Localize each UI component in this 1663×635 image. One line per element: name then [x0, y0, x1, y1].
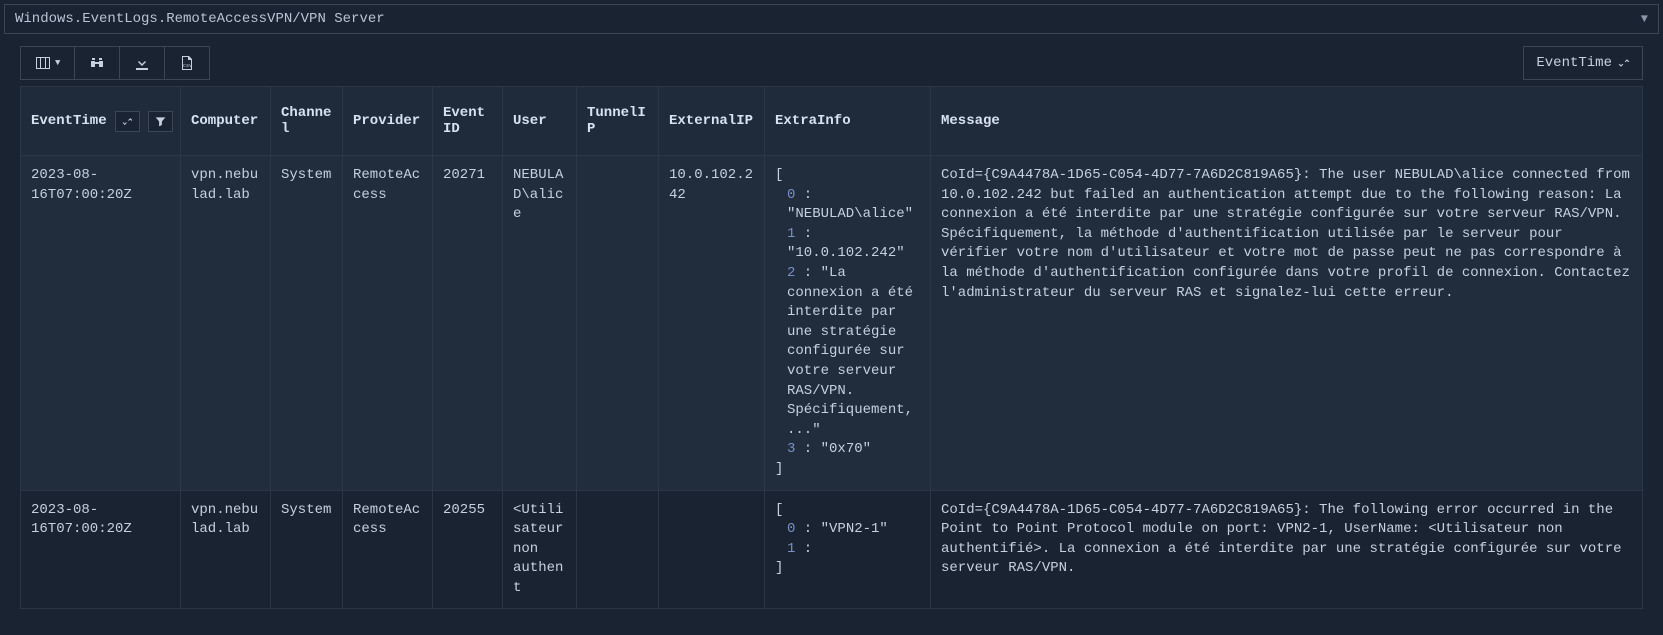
cell-extrainfo: [0 : "NEBULAD\alice"1 : "10.0.102.242"2 … [765, 156, 931, 491]
filter-icon [155, 116, 166, 127]
svg-text:csv: csv [183, 63, 192, 69]
cell-provider: RemoteAccess [343, 156, 433, 491]
binoculars-icon [89, 55, 105, 71]
sort-toggle[interactable] [115, 111, 140, 132]
th-label: ExtraInfo [775, 113, 851, 129]
th-externalip[interactable]: ExternalIP [659, 87, 765, 156]
cell-message: CoId={C9A4478A-1D65-C054-4D77-7A6D2C819A… [931, 156, 1643, 491]
cell-user: <Utilisateur non authent [503, 490, 577, 609]
th-eventid[interactable]: EventID [433, 87, 503, 156]
th-label: Channel [281, 105, 331, 137]
th-label: Provider [353, 113, 420, 129]
sort-field-button[interactable]: EventTime [1523, 46, 1643, 80]
th-channel[interactable]: Channel [271, 87, 343, 156]
search-button[interactable] [74, 46, 120, 80]
filter-toggle[interactable] [148, 111, 173, 132]
th-computer[interactable]: Computer [181, 87, 271, 156]
download-button[interactable] [119, 46, 165, 80]
cell-message: CoId={C9A4478A-1D65-C054-4D77-7A6D2C819A… [931, 490, 1643, 609]
csv-file-icon: csv [179, 55, 195, 71]
cell-eventtime: 2023-08-16T07:00:20Z [21, 490, 181, 609]
table-header-row: EventTime Computer Channel Provider Even… [21, 87, 1643, 156]
toolbar-left-group: ▼ csv [20, 46, 210, 80]
download-icon [134, 55, 150, 71]
cell-computer: vpn.nebulad.lab [181, 490, 271, 609]
caret-down-icon: ▼ [55, 58, 60, 68]
cell-externalip [659, 490, 765, 609]
breadcrumb-bar[interactable]: Windows.EventLogs.RemoteAccessVPN/VPN Se… [4, 4, 1659, 34]
cell-tunnelip [577, 490, 659, 609]
th-label: Computer [191, 113, 258, 129]
table-row[interactable]: 2023-08-16T07:00:20Zvpn.nebulad.labSyste… [21, 156, 1643, 491]
th-label: TunnelIP [587, 105, 646, 137]
sort-field-label: EventTime [1536, 55, 1612, 71]
cell-externalip: 10.0.102.242 [659, 156, 765, 491]
cell-channel: System [271, 156, 343, 491]
chevron-down-icon: ▼ [1641, 12, 1648, 26]
cell-computer: vpn.nebulad.lab [181, 156, 271, 491]
sort-icon [1618, 57, 1630, 69]
cell-provider: RemoteAccess [343, 490, 433, 609]
th-provider[interactable]: Provider [343, 87, 433, 156]
th-label: ExternalIP [669, 113, 753, 129]
cell-tunnelip [577, 156, 659, 491]
toolbar: ▼ csv EventTime [0, 38, 1663, 86]
th-user[interactable]: User [503, 87, 577, 156]
cell-eventid: 20255 [433, 490, 503, 609]
cell-user: NEBULAD\alice [503, 156, 577, 491]
columns-button[interactable]: ▼ [20, 46, 75, 80]
th-label: Message [941, 113, 1000, 129]
th-label: EventTime [31, 113, 107, 129]
breadcrumb-text: Windows.EventLogs.RemoteAccessVPN/VPN Se… [15, 11, 385, 27]
event-table: EventTime Computer Channel Provider Even… [20, 86, 1643, 609]
cell-eventtime: 2023-08-16T07:00:20Z [21, 156, 181, 491]
th-message[interactable]: Message [931, 87, 1643, 156]
export-csv-button[interactable]: csv [164, 46, 210, 80]
columns-icon [35, 55, 51, 71]
th-extrainfo[interactable]: ExtraInfo [765, 87, 931, 156]
cell-channel: System [271, 490, 343, 609]
th-eventtime[interactable]: EventTime [21, 87, 181, 156]
table-row[interactable]: 2023-08-16T07:00:20Zvpn.nebulad.labSyste… [21, 490, 1643, 609]
cell-extrainfo: [0 : "VPN2-1"1 : ] [765, 490, 931, 609]
cell-eventid: 20271 [433, 156, 503, 491]
th-label: EventID [443, 105, 485, 137]
th-label: User [513, 113, 547, 129]
th-tunnelip[interactable]: TunnelIP [577, 87, 659, 156]
sort-icon [122, 116, 133, 127]
